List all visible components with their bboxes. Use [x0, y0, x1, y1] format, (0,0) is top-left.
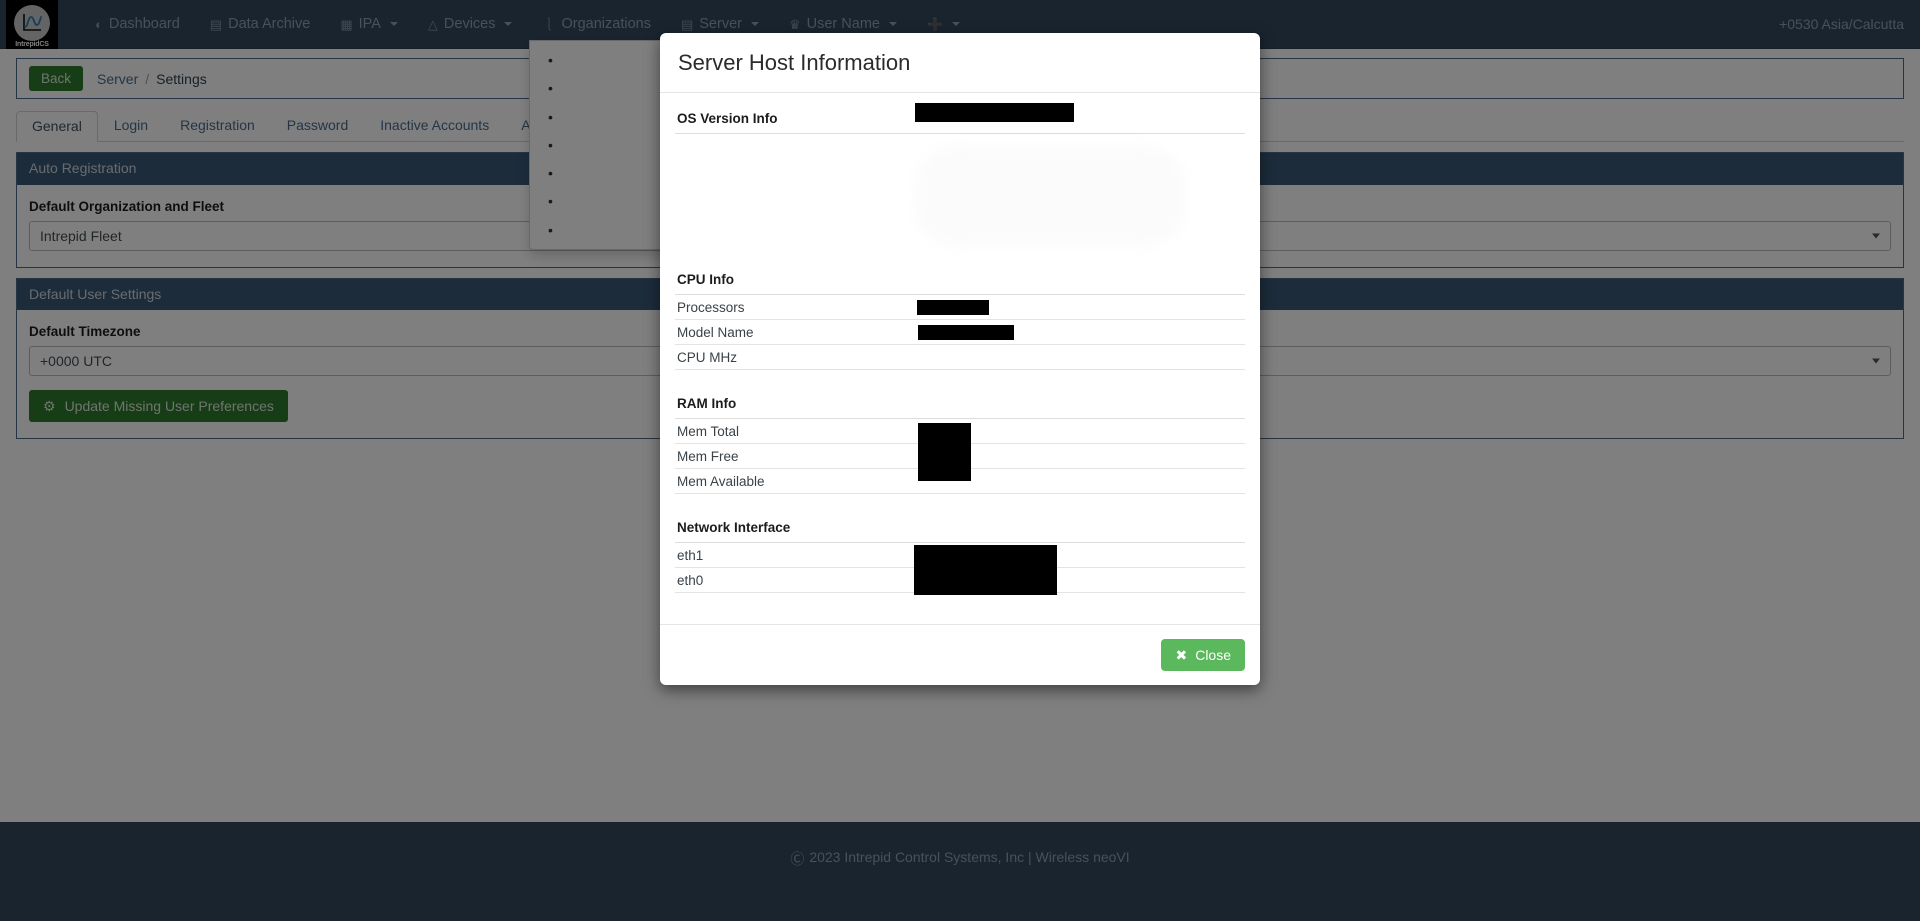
- section-heading: OS Version Info: [677, 111, 778, 127]
- row-key: Mem Total: [677, 423, 740, 439]
- row-key: eth0: [677, 572, 704, 588]
- redaction-block-ram: [918, 423, 971, 482]
- info-row: Processors: [675, 295, 1245, 321]
- redaction-block: [918, 325, 1014, 341]
- x-icon: ✖: [1175, 647, 1188, 664]
- row-key: CPU MHz: [677, 349, 737, 365]
- row-key: Mem Available: [677, 473, 765, 489]
- row-key: Model Name: [677, 324, 754, 340]
- button-label: Close: [1195, 647, 1231, 664]
- section-os-version-info: OS Version Info: [675, 103, 1245, 135]
- modal-body: OS Version Info CPU Info Processors Mode…: [660, 93, 1260, 624]
- row-value: [917, 299, 1243, 316]
- section-network-interface: Network Interface: [675, 514, 1245, 544]
- section-cpu-info: CPU Info: [675, 266, 1245, 296]
- modal-footer: ✖ Close: [660, 624, 1260, 685]
- modal-header: Server Host Information: [660, 33, 1260, 94]
- network-interface-rows: eth1 eth0: [675, 543, 1245, 596]
- redaction-block-network: [914, 545, 1057, 596]
- modal-title: Server Host Information: [678, 50, 911, 75]
- os-version-value-area: [675, 134, 1245, 247]
- section-ram-info: RAM Info: [675, 390, 1245, 420]
- redaction-block-os-version: [915, 103, 1074, 123]
- ram-info-rows: Mem Total Mem Free Mem Available: [675, 419, 1245, 495]
- server-host-information-modal: Server Host Information OS Version Info …: [660, 33, 1260, 686]
- info-row: CPU MHz: [675, 345, 1245, 371]
- cpu-info-rows: Processors Model Name CPU MHz: [675, 295, 1245, 371]
- redaction-block: [917, 300, 989, 316]
- row-value: [917, 324, 1243, 341]
- info-row: Model Name: [675, 320, 1245, 346]
- row-key: eth1: [677, 547, 704, 563]
- row-key: Processors: [677, 299, 745, 315]
- row-key: Mem Free: [677, 448, 739, 464]
- blurred-region: [915, 146, 1185, 247]
- close-button[interactable]: ✖ Close: [1161, 639, 1245, 672]
